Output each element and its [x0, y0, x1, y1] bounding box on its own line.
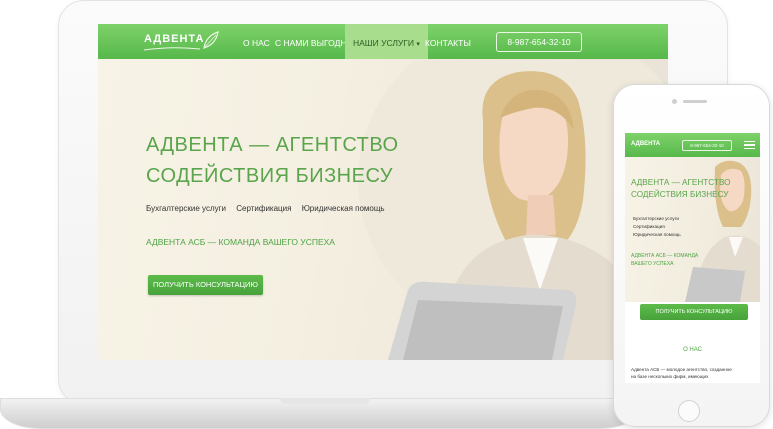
- hamburger-menu-icon[interactable]: [744, 141, 755, 149]
- mobile-get-consultation-button[interactable]: ПОЛУЧИТЬ КОНСУЛЬТАЦИЮ: [640, 304, 748, 320]
- mobile-hero: АДВЕНТА — АГЕНТСТВО СОДЕЙСТВИЯ БИЗНЕСУ Б…: [625, 157, 760, 302]
- hero-title-line-1: АДВЕНТА — АГЕНТСТВО: [146, 134, 399, 156]
- mobile-nav-bar: АДВЕНТА 8-987-654-32-10: [625, 133, 760, 157]
- desktop-logo[interactable]: АДВЕНТА: [144, 33, 204, 45]
- nav-item-about[interactable]: О НАС: [243, 38, 270, 48]
- phone-home-button: [678, 400, 700, 422]
- mobile-about-line-2: на базе нескольких фирм, имеющих: [631, 374, 709, 379]
- nav-item-benefits[interactable]: С НАМИ ВЫГОДНО: [275, 38, 353, 48]
- mobile-screen: АДВЕНТА 8-987-654-32-10 АДВЕНТА — АГЕНТС…: [625, 133, 760, 383]
- hero-services-list: Бухгалтерские услуги Сертификация Юридич…: [146, 204, 393, 213]
- mobile-about-text: Адвента АСБ — молодое агентство, созданн…: [631, 366, 756, 380]
- desktop-screen: АДВЕНТА О НАС С НАМИ ВЫГОДНО НАШИ УСЛУГИ…: [98, 24, 668, 360]
- nav-item-contacts[interactable]: КОНТАКТЫ: [425, 38, 471, 48]
- header-phone-button[interactable]: 8-987-654-32-10: [496, 32, 582, 52]
- mobile-hero-title: АДВЕНТА — АГЕНТСТВО СОДЕЙСТВИЯ БИЗНЕСУ: [631, 177, 731, 201]
- desktop-nav-bar: АДВЕНТА О НАС С НАМИ ВЫГОДНО НАШИ УСЛУГИ…: [98, 24, 668, 59]
- mobile-about-line-1: Адвента АСБ — молодое агентство, созданн…: [631, 367, 732, 372]
- mobile-hero-title-line-1: АДВЕНТА — АГЕНТСТВО: [631, 178, 731, 187]
- logo-leaf-icon: [203, 31, 219, 49]
- mobile-logo[interactable]: АДВЕНТА: [631, 141, 660, 147]
- mobile-phone-button[interactable]: 8-987-654-32-10: [682, 140, 732, 151]
- phone-speaker: [683, 100, 707, 103]
- mobile-slogan-line-2: ВАШЕГО УСПЕХА: [631, 261, 674, 267]
- nav-item-services[interactable]: НАШИ УСЛУГИ ▾: [345, 24, 428, 59]
- nav-item-services-label: НАШИ УСЛУГИ: [353, 38, 415, 48]
- get-consultation-button[interactable]: ПОЛУЧИТЬ КОНСУЛЬТАЦИЮ: [148, 275, 263, 295]
- mobile-service-accounting-link[interactable]: Бухгалтерские услуги: [633, 215, 681, 223]
- mobile-hero-title-line-2: СОДЕЙСТВИЯ БИЗНЕСУ: [631, 190, 729, 199]
- hero-title: АДВЕНТА — АГЕНТСТВО СОДЕЙСТВИЯ БИЗНЕСУ: [146, 130, 399, 192]
- mobile-slogan-line-1: АДВЕНТА АСБ — КОМАНДА: [631, 253, 699, 259]
- phone-camera: [672, 99, 677, 104]
- hero-title-line-2: СОДЕЙСТВИЯ БИЗНЕСУ: [146, 165, 393, 187]
- mobile-about-heading: О НАС: [683, 347, 702, 353]
- mobile-service-certification-link[interactable]: Сертификация: [633, 223, 681, 231]
- service-legal-link[interactable]: Юридическая помощь: [302, 204, 385, 213]
- mobile-service-legal-link[interactable]: Юридическая помощь: [633, 231, 681, 239]
- mobile-services-list: Бухгалтерские услуги Сертификация Юридич…: [633, 215, 681, 239]
- logo-swoosh-icon: [143, 47, 201, 51]
- service-accounting-link[interactable]: Бухгалтерские услуги: [146, 204, 226, 213]
- service-certification-link[interactable]: Сертификация: [236, 204, 291, 213]
- laptop-notch: [280, 398, 370, 404]
- chevron-down-icon: ▾: [416, 41, 420, 48]
- mobile-hero-slogan: АДВЕНТА АСБ — КОМАНДА ВАШЕГО УСПЕХА: [631, 252, 698, 268]
- hero-slogan: АДВЕНТА АСБ — КОМАНДА ВАШЕГО УСПЕХА: [146, 237, 335, 247]
